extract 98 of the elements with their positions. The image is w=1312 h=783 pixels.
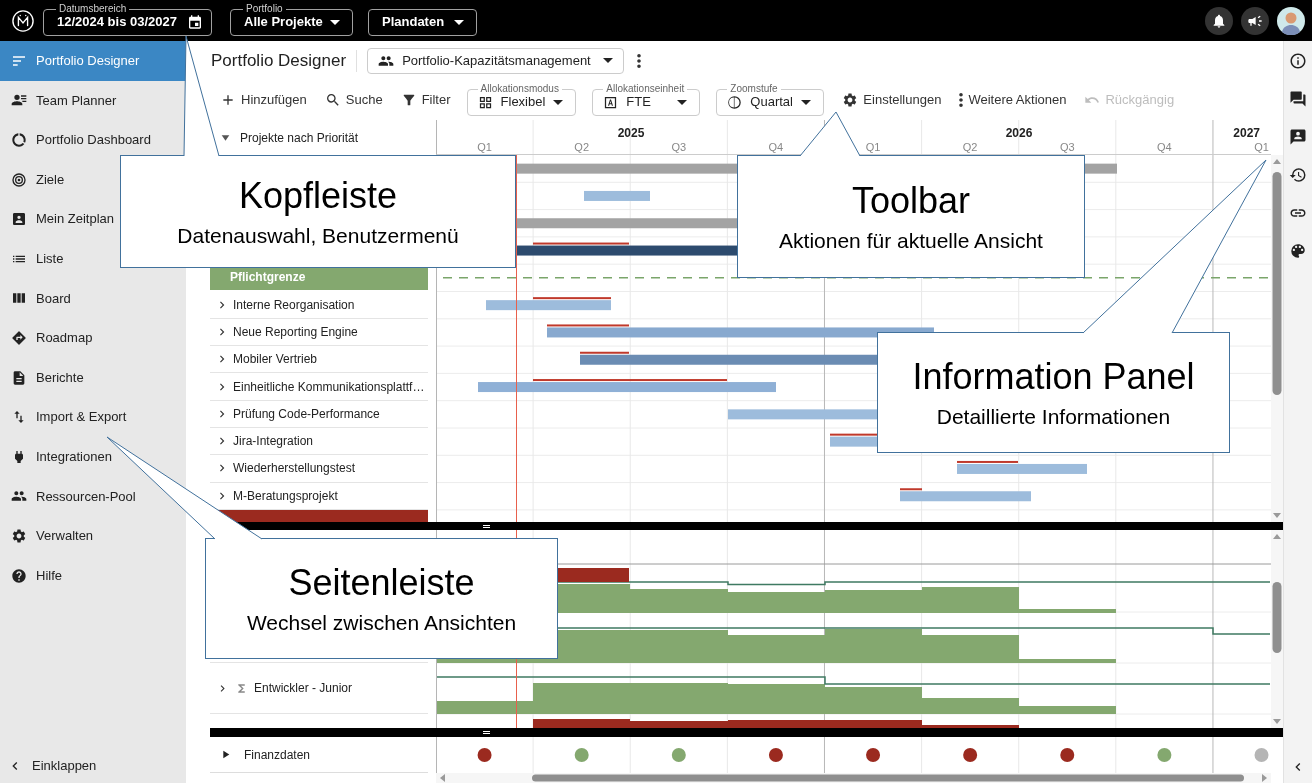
year-label: 2027	[1233, 125, 1260, 142]
field-label: Allokationsmodus	[477, 82, 562, 94]
sidebar-item[interactable]: Ressourcen-Pool	[0, 476, 186, 517]
callout-text: Aktionen für aktuelle Ansicht	[779, 228, 1043, 253]
sum-icon	[235, 681, 248, 695]
deadline-marker	[900, 488, 922, 491]
callout-title: Information Panel	[912, 356, 1195, 397]
toolbar-button[interactable]: Suche	[324, 86, 383, 114]
sidebar-item[interactable]: Portfolio Designer	[0, 41, 186, 81]
quarter-label: Q1	[865, 140, 881, 154]
project-name: Mobiler Vertrieb	[233, 351, 318, 369]
callout-text: Datenauswahl, Benutzermenü	[177, 223, 459, 248]
announcements-button[interactable]	[1241, 6, 1269, 35]
sidebar-item[interactable]: Roadmap	[0, 318, 186, 358]
quarter-label: Q1	[1254, 140, 1269, 154]
target-icon	[11, 171, 27, 188]
more-icon	[959, 93, 964, 107]
year-label: 2025	[617, 125, 645, 142]
info-icon[interactable]	[1289, 52, 1307, 70]
grid-icon	[477, 94, 493, 110]
data-source-select[interactable]: Plandaten	[368, 8, 477, 36]
group-header: Projekte nach Priorität	[240, 129, 359, 147]
letter-box-icon	[603, 94, 619, 110]
overload-bar	[558, 568, 629, 582]
field-label: Datumsbereich	[56, 2, 130, 14]
deadline-marker	[957, 460, 1018, 463]
caret-icon	[330, 19, 340, 25]
sidebar-item[interactable]: Import & Export	[0, 397, 186, 437]
project-name: Neue Reporting Engine	[233, 323, 358, 341]
callout-text: Wechsel zwischen Ansichten	[246, 610, 517, 635]
settings-icon	[11, 527, 27, 544]
caret-icon	[454, 19, 464, 25]
sidebar-item[interactable]: Board	[0, 278, 186, 319]
vertical-scrollbar[interactable]	[1271, 530, 1283, 728]
quarter-label: Q3	[1059, 140, 1075, 154]
palette-icon[interactable]	[1289, 242, 1307, 260]
sidebar-item[interactable]: Hilfe	[0, 555, 186, 596]
caret-icon	[602, 58, 613, 63]
history-icon[interactable]	[1289, 166, 1307, 184]
quarter-label: Q2	[962, 140, 978, 154]
toolbar-button[interactable]: Einstellungen	[842, 86, 942, 114]
sidebar-item[interactable]: Verwalten	[0, 516, 186, 556]
sidebar-item[interactable]: Team Planner	[0, 80, 186, 121]
project-name: Prüfung Code-Performance	[233, 405, 380, 423]
callout-title: Kopfleiste	[238, 175, 398, 216]
finance-label: Finanzdaten	[244, 746, 311, 764]
sidebar-item[interactable]: Berichte	[0, 357, 186, 398]
sidebar-item[interactable]: Integrationen	[0, 436, 186, 477]
notifications-button[interactable]	[1205, 6, 1233, 35]
help-icon	[11, 567, 27, 584]
resource-name: Entwickler - Junior	[254, 680, 353, 697]
quarter-label: Q3	[671, 140, 687, 154]
deadline-marker	[830, 433, 877, 436]
toolbar-button[interactable]: Hinzufügen	[220, 86, 307, 114]
avatar-icon[interactable]	[1277, 6, 1305, 35]
search-icon	[324, 92, 341, 108]
sidebar-item[interactable]: Portfolio Dashboard	[0, 120, 186, 160]
horizontal-scrollbar[interactable]	[436, 773, 1271, 783]
collapse-button[interactable]: Einklappen	[0, 749, 186, 783]
quarter-label: Q4	[768, 140, 784, 154]
quarter-label: Q4	[1157, 140, 1172, 154]
toolbar-button[interactable]: Filter	[400, 86, 451, 114]
sidebar-item[interactable]: Ziele	[0, 159, 186, 200]
project-name: M-Beratungsprojekt	[233, 487, 338, 505]
field-label: Zoomstufe	[727, 82, 781, 94]
person-chat-icon[interactable]	[1289, 128, 1307, 146]
caret-icon	[553, 99, 564, 105]
signpost-icon	[11, 329, 27, 346]
calendar-icon	[187, 14, 203, 30]
field-label: Portfolio	[243, 2, 286, 14]
callout-title: Toolbar	[851, 180, 971, 221]
settings-icon	[842, 92, 859, 108]
project-name: Interne Reorganisation	[233, 296, 355, 314]
quarter-label: Q1	[477, 140, 492, 154]
document-icon	[11, 369, 27, 386]
deadline-marker	[580, 351, 629, 354]
bell-icon	[1211, 12, 1227, 29]
caret-icon	[801, 99, 812, 105]
year-label: 2026	[1005, 125, 1033, 142]
callout-text: Detaillierte Informationen	[936, 404, 1171, 429]
project-name: Jira-Integration	[233, 433, 314, 451]
page-title: Portfolio Designer	[210, 49, 347, 72]
logo-icon[interactable]	[12, 9, 34, 32]
plus-icon	[220, 92, 236, 108]
field-label: Allokationseinheit	[603, 82, 688, 94]
donut-chart-icon	[11, 132, 27, 148]
person-card-icon	[11, 211, 27, 228]
caret-icon	[677, 99, 688, 105]
toolbar-button[interactable]: Weitere Aktionen	[959, 86, 1067, 114]
chat-icon[interactable]	[1289, 90, 1307, 108]
callout-title: Seitenleiste	[288, 562, 475, 603]
view-select[interactable]: Portfolio-Kapazitätsmanagement	[367, 47, 624, 74]
vertical-scrollbar[interactable]	[1271, 155, 1283, 522]
more-icon	[636, 53, 641, 68]
project-name: Einheitliche Kommunikationsplattf…	[233, 378, 425, 396]
project-name: Wiederherstellungstest	[233, 460, 356, 478]
limit-label: Pflichtgrenze	[230, 269, 306, 287]
quarter-label: Q2	[574, 140, 589, 154]
